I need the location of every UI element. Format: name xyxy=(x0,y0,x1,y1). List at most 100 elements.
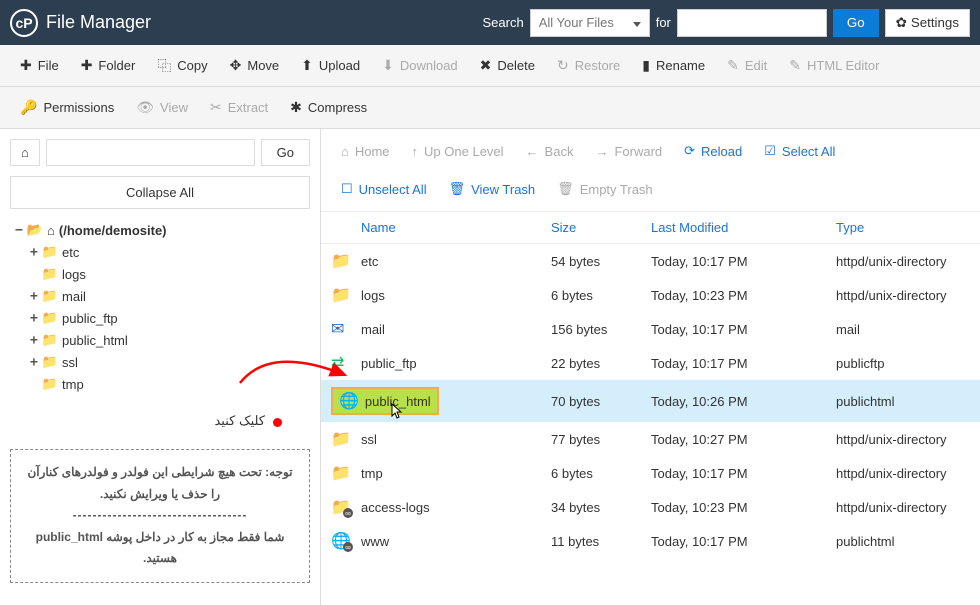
expand-icon[interactable]: + xyxy=(30,289,38,304)
plus-icon: ✚ xyxy=(20,57,32,74)
search-scope-select[interactable]: All Your Files xyxy=(530,9,650,37)
table-row[interactable]: ✉ mail 156 bytes Today, 10:17 PM mail xyxy=(321,312,980,346)
up-level-button[interactable]: ↑Up One Level xyxy=(402,138,514,165)
html-icon: ✎ xyxy=(789,57,801,74)
collapse-all-button[interactable]: Collapse All xyxy=(10,176,310,209)
nav-path-input[interactable] xyxy=(46,139,255,166)
compress-button[interactable]: ✱Compress xyxy=(280,93,377,122)
table-row[interactable]: 📁∞ access-logs 34 bytes Today, 10:23 PM … xyxy=(321,490,980,524)
folder-icon: 📁 xyxy=(331,431,351,448)
table-row[interactable]: 📁 etc 54 bytes Today, 10:17 PM httpd/uni… xyxy=(321,244,980,278)
tree-item-logs[interactable]: +📁logs xyxy=(30,263,310,285)
trash-icon: 🗑 xyxy=(557,181,574,197)
folder-button[interactable]: ✚Folder xyxy=(71,51,146,80)
tree-item-mail[interactable]: +📁mail xyxy=(30,285,310,307)
tree-item-etc[interactable]: +📁etc xyxy=(30,241,310,263)
expand-icon[interactable]: + xyxy=(30,245,38,260)
tree-item-tmp[interactable]: +📁tmp xyxy=(30,373,310,395)
search-input[interactable] xyxy=(677,9,827,37)
transfer-icon: ⇄ xyxy=(331,355,344,372)
folder-link-icon: 📁∞ xyxy=(331,499,351,516)
forward-button[interactable]: →Forward xyxy=(585,138,672,165)
top-bar: cP File Manager Search All Your Files fo… xyxy=(0,0,980,45)
annotation-click: کلیک کنید xyxy=(10,413,310,429)
folder-icon: 📁 xyxy=(331,287,351,304)
expand-icon[interactable]: + xyxy=(30,355,38,370)
home-button[interactable]: ⌂Home xyxy=(331,138,400,165)
expand-icon[interactable]: + xyxy=(30,311,38,326)
tree-item-ssl[interactable]: +📁ssl xyxy=(30,351,310,373)
search-go-button[interactable]: Go xyxy=(833,9,879,37)
uncheck-icon: ☐ xyxy=(341,181,353,197)
header-modified[interactable]: Last Modified xyxy=(651,220,836,235)
folder-icon: 📁 xyxy=(331,465,351,482)
table-row[interactable]: 📁 logs 6 bytes Today, 10:23 PM httpd/uni… xyxy=(321,278,980,312)
nav-home-button[interactable]: ⌂ xyxy=(10,139,40,166)
note-box: توجه: تحت هیچ شرایطی این فولدر و فولدرها… xyxy=(10,449,310,583)
tree-root-label: (/home/demosite) xyxy=(59,223,167,238)
extract-button[interactable]: ✂Extract xyxy=(200,93,278,122)
note-line-1: توجه: تحت هیچ شرایطی این فولدر و فولدرها… xyxy=(23,462,297,505)
check-icon: ☑ xyxy=(764,143,776,159)
folder-tree: − 📂 ⌂ (/home/demosite) +📁etc +📁logs +📁ma… xyxy=(15,219,310,395)
up-icon: ↑ xyxy=(412,144,419,159)
table-row[interactable]: 📁 tmp 6 bytes Today, 10:17 PM httpd/unix… xyxy=(321,456,980,490)
copy-button[interactable]: ⿻Copy xyxy=(147,50,217,82)
table-row[interactable]: ⇄ public_ftp 22 bytes Today, 10:17 PM pu… xyxy=(321,346,980,380)
folder-icon: 📁 xyxy=(42,376,58,392)
cursor-icon xyxy=(391,403,405,426)
move-icon: ✥ xyxy=(230,57,242,74)
delete-button[interactable]: ✖Delete xyxy=(470,51,545,80)
edit-button[interactable]: ✎Edit xyxy=(717,51,777,80)
header-name[interactable]: Name xyxy=(361,220,551,235)
html-editor-button[interactable]: ✎HTML Editor xyxy=(779,51,889,80)
view-trash-button[interactable]: 🗑View Trash xyxy=(439,175,546,203)
edit-icon: ✎ xyxy=(727,57,739,74)
toolbar-secondary: 🔑Permissions 👁View ✂Extract ✱Compress xyxy=(0,87,980,129)
folder-open-icon: 📂 xyxy=(27,222,43,238)
search-wrap: Search All Your Files for Go ✿ Settings xyxy=(483,9,971,37)
folder-icon: 📁 xyxy=(42,288,58,304)
main-wrap: ⌂ Go Collapse All − 📂 ⌂ (/home/demosite)… xyxy=(0,129,980,605)
tree-root[interactable]: − 📂 ⌂ (/home/demosite) xyxy=(15,219,310,241)
view-button[interactable]: 👁View xyxy=(126,93,198,122)
table-row-highlighted[interactable]: 🌐 public_html 70 bytes Today, 10:26 PM p… xyxy=(321,380,980,422)
rename-button[interactable]: ▮Rename xyxy=(632,51,715,80)
unselect-all-button[interactable]: ☐Unselect All xyxy=(331,175,437,203)
content-toolbar-2: ☐Unselect All 🗑View Trash 🗑Empty Trash xyxy=(321,173,980,212)
collapse-icon[interactable]: − xyxy=(15,223,23,238)
folder-icon: 📁 xyxy=(42,244,58,260)
permissions-button[interactable]: 🔑Permissions xyxy=(10,93,124,122)
annotation-dot xyxy=(273,418,282,427)
file-button[interactable]: ✚File xyxy=(10,51,69,80)
table-header: Name Size Last Modified Type xyxy=(321,212,980,244)
header-type[interactable]: Type xyxy=(836,220,956,235)
rename-icon: ▮ xyxy=(642,57,650,74)
select-all-button[interactable]: ☑Select All xyxy=(754,137,845,165)
folder-icon: 📁 xyxy=(42,310,58,326)
highlighted-cell: 🌐 public_html xyxy=(331,387,439,415)
settings-button[interactable]: ✿ Settings xyxy=(885,9,970,37)
move-button[interactable]: ✥Move xyxy=(220,51,290,80)
upload-icon: ⬆ xyxy=(301,57,313,74)
globe-icon: 🌐 xyxy=(339,391,359,411)
nav-go-button[interactable]: Go xyxy=(261,139,310,166)
download-button[interactable]: ⬇Download xyxy=(372,51,468,80)
tree-item-public-html[interactable]: +📁public_html xyxy=(30,329,310,351)
home-icon: ⌂ xyxy=(341,144,349,159)
extract-icon: ✂ xyxy=(210,99,222,116)
table-row[interactable]: 🌐∞ www 11 bytes Today, 10:17 PM publicht… xyxy=(321,524,980,558)
upload-button[interactable]: ⬆Upload xyxy=(291,51,370,80)
table-row[interactable]: 📁 ssl 77 bytes Today, 10:27 PM httpd/uni… xyxy=(321,422,980,456)
tree-item-public-ftp[interactable]: +📁public_ftp xyxy=(30,307,310,329)
expand-icon[interactable]: + xyxy=(30,333,38,348)
content-toolbar-1: ⌂Home ↑Up One Level ←Back →Forward ⟳Relo… xyxy=(321,129,980,173)
header-size[interactable]: Size xyxy=(551,220,651,235)
note-line-2: شما فقط مجاز به کار در داخل پوشه public_… xyxy=(23,527,297,570)
back-button[interactable]: ←Back xyxy=(516,138,584,165)
mail-icon: ✉ xyxy=(331,321,344,338)
restore-button[interactable]: ↻Restore xyxy=(547,51,630,80)
reload-button[interactable]: ⟳Reload xyxy=(674,137,752,165)
empty-trash-button[interactable]: 🗑Empty Trash xyxy=(547,175,662,203)
note-divider: ----------------------------------- xyxy=(23,505,297,527)
